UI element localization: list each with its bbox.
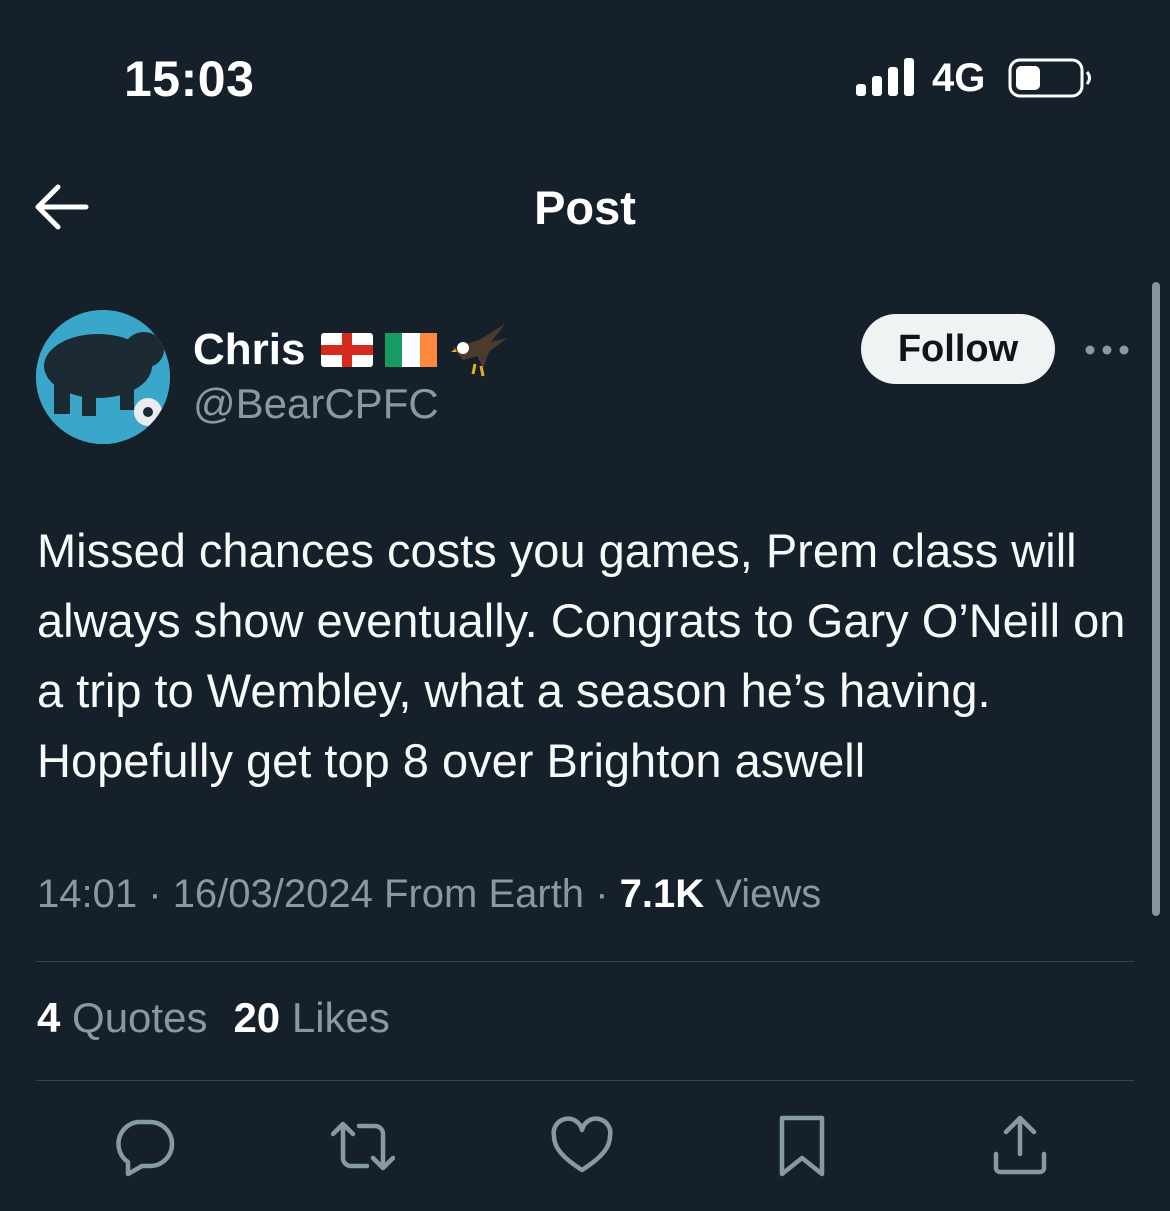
more-icon[interactable] xyxy=(1084,340,1130,360)
post-source: From Earth xyxy=(384,872,585,916)
divider xyxy=(36,1080,1134,1081)
post-date: 16/03/2024 xyxy=(172,872,373,916)
like-icon[interactable] xyxy=(550,1114,614,1178)
status-time: 15:03 xyxy=(124,51,255,107)
avatar[interactable] xyxy=(36,310,170,444)
bear-avatar-image xyxy=(36,310,170,444)
eagle-icon xyxy=(451,324,508,377)
signal-icon xyxy=(856,58,914,96)
back-arrow-icon[interactable] xyxy=(30,180,90,234)
quotes-stat[interactable]: 4 Quotes xyxy=(37,994,207,1041)
scrollbar[interactable] xyxy=(1152,282,1160,916)
author-handle[interactable]: @BearCPFC xyxy=(193,380,439,428)
views-count[interactable]: 7.1K xyxy=(620,872,705,916)
repost-icon[interactable] xyxy=(331,1114,395,1178)
quotes-count: 4 xyxy=(37,994,61,1041)
ireland-flag-icon xyxy=(385,333,438,367)
author-name[interactable]: Chris xyxy=(193,325,305,375)
author-name-row: Chris xyxy=(193,322,509,378)
battery-icon xyxy=(1008,58,1091,98)
follow-button[interactable]: Follow xyxy=(861,314,1055,384)
post-meta: 14:01 · 16/03/2024 From Earth · 7.1K Vie… xyxy=(37,872,821,917)
engagement-stats: 4 Quotes 20 Likes xyxy=(37,994,390,1042)
page-title: Post xyxy=(534,181,636,234)
views-label[interactable]: Views xyxy=(715,872,821,916)
likes-count: 20 xyxy=(233,994,281,1041)
network-label: 4G xyxy=(932,56,986,100)
likes-label: Likes xyxy=(291,994,390,1041)
bookmark-icon[interactable] xyxy=(770,1114,834,1178)
post-time: 14:01 xyxy=(37,872,138,916)
meta-separator: · xyxy=(148,872,162,916)
england-flag-icon xyxy=(321,333,374,367)
quotes-label: Quotes xyxy=(72,994,208,1041)
share-icon[interactable] xyxy=(988,1114,1052,1178)
meta-separator: · xyxy=(595,872,609,916)
likes-stat[interactable]: 20 Likes xyxy=(233,994,389,1041)
reply-icon[interactable] xyxy=(112,1114,176,1178)
divider xyxy=(36,961,1134,962)
post-text: Missed chances costs you games, Prem cla… xyxy=(37,524,1126,787)
